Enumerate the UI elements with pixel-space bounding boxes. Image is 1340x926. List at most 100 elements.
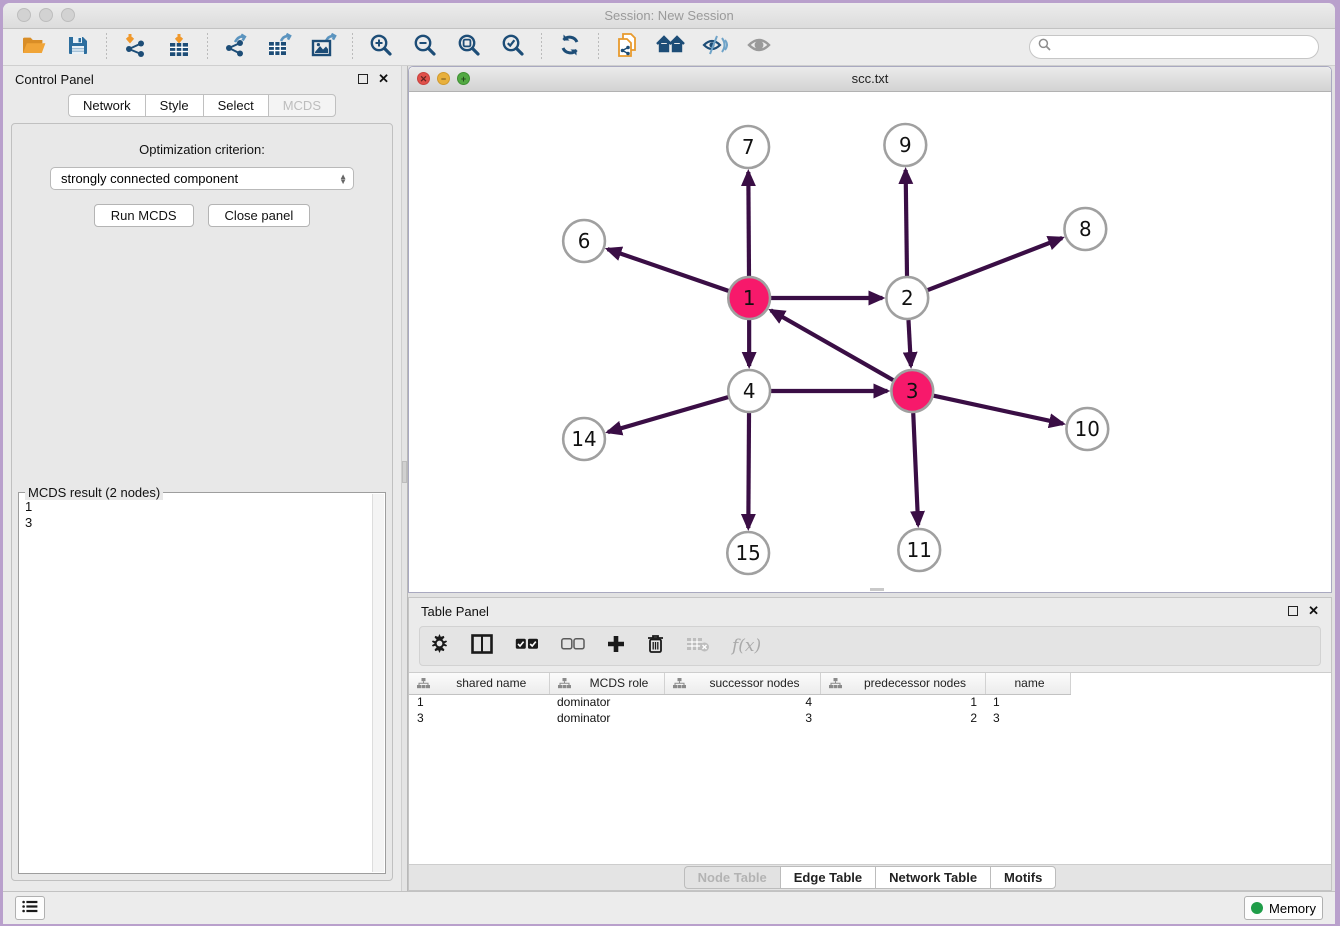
- svg-text:11: 11: [907, 538, 932, 562]
- graph-edge-4-15[interactable]: [748, 413, 749, 528]
- mcds-result-text[interactable]: 1 3: [25, 499, 371, 871]
- graph-edge-2-3[interactable]: [908, 320, 910, 366]
- optimization-criterion-select[interactable]: strongly connected component ▲▼: [50, 167, 354, 190]
- column-header-predecessor-nodes[interactable]: predecessor nodes: [820, 673, 985, 694]
- graph-node-7[interactable]: 7: [727, 126, 769, 168]
- tab-mcds[interactable]: MCDS: [268, 94, 336, 117]
- zoom-fit-button[interactable]: [448, 31, 490, 63]
- graph-node-2[interactable]: 2: [886, 277, 928, 319]
- table-cell[interactable]: 3: [409, 710, 549, 726]
- graph-edge-3-11[interactable]: [913, 413, 918, 525]
- import-network-button[interactable]: [114, 31, 156, 63]
- network-resize-grip[interactable]: [870, 588, 884, 591]
- table-tabs-row: Node Table Edge Table Network Table Moti…: [409, 864, 1331, 890]
- tab-network[interactable]: Network: [68, 94, 145, 117]
- export-image-icon: [311, 33, 337, 62]
- zoom-in-button[interactable]: [360, 31, 402, 63]
- close-network-button[interactable]: ✕: [417, 72, 430, 85]
- tab-node-table[interactable]: Node Table: [684, 866, 780, 889]
- zoom-window-button[interactable]: [61, 8, 75, 22]
- table-cell[interactable]: 3: [985, 710, 1070, 726]
- add-button[interactable]: [607, 635, 625, 658]
- table-cell[interactable]: dominator: [549, 694, 664, 710]
- column-header-successor-nodes[interactable]: successor nodes: [664, 673, 820, 694]
- graph-edge-2-9[interactable]: [906, 170, 907, 276]
- splitter-grip[interactable]: [402, 461, 407, 483]
- graph-node-6[interactable]: 6: [563, 220, 605, 262]
- table-cell[interactable]: 1: [409, 694, 549, 710]
- task-history-button[interactable]: [15, 896, 45, 920]
- graph-edge-3-1[interactable]: [771, 310, 893, 380]
- column-header-MCDS-role[interactable]: MCDS role: [549, 673, 664, 694]
- float-panel-icon[interactable]: [358, 74, 368, 84]
- import-table-button[interactable]: [158, 31, 200, 63]
- export-network-button[interactable]: [215, 31, 257, 63]
- graph-node-11[interactable]: 11: [898, 529, 940, 571]
- graph-edge-4-14[interactable]: [608, 397, 728, 432]
- tab-network-table[interactable]: Network Table: [875, 866, 990, 889]
- tab-motifs[interactable]: Motifs: [990, 866, 1056, 889]
- export-image-button[interactable]: [303, 31, 345, 63]
- result-scrollbar[interactable]: [372, 494, 384, 872]
- minimize-network-button[interactable]: −: [437, 72, 450, 85]
- network-from-selection-button[interactable]: [606, 31, 648, 63]
- table-cell[interactable]: 1: [985, 694, 1070, 710]
- table-cell[interactable]: 1: [820, 694, 985, 710]
- hide-selected-button[interactable]: [694, 31, 736, 63]
- open-session-button[interactable]: [13, 31, 55, 63]
- zoom-out-button[interactable]: [404, 31, 446, 63]
- svg-text:3: 3: [906, 379, 919, 403]
- close-window-button[interactable]: [17, 8, 31, 22]
- zoom-selected-button[interactable]: [492, 31, 534, 63]
- refresh-icon: [558, 33, 582, 62]
- table-cell[interactable]: 3: [664, 710, 820, 726]
- show-columns-button[interactable]: [471, 634, 493, 659]
- refresh-button[interactable]: [549, 31, 591, 63]
- home-button[interactable]: [650, 31, 692, 63]
- show-all-button[interactable]: [738, 31, 780, 63]
- tab-style[interactable]: Style: [145, 94, 203, 117]
- close-table-panel-icon[interactable]: ✕: [1308, 603, 1319, 619]
- maximize-network-button[interactable]: +: [457, 72, 470, 85]
- graph-node-9[interactable]: 9: [884, 124, 926, 166]
- save-session-button[interactable]: [57, 31, 99, 63]
- search-field[interactable]: [1029, 35, 1319, 59]
- close-panel-button[interactable]: Close panel: [208, 204, 311, 227]
- table-cell[interactable]: dominator: [549, 710, 664, 726]
- tab-select[interactable]: Select: [203, 94, 268, 117]
- graph-node-10[interactable]: 10: [1066, 408, 1108, 450]
- graph-node-15[interactable]: 15: [727, 532, 769, 574]
- table-options-button[interactable]: [430, 634, 449, 658]
- column-header-name[interactable]: name: [985, 673, 1070, 694]
- delete-button[interactable]: [647, 634, 664, 658]
- export-table-button[interactable]: [259, 31, 301, 63]
- graph-node-4[interactable]: 4: [728, 370, 770, 412]
- graph-edge-2-8[interactable]: [928, 238, 1062, 290]
- panel-splitter[interactable]: [401, 66, 408, 891]
- graph-node-3[interactable]: 3: [891, 370, 933, 412]
- node-table[interactable]: shared nameMCDS rolesuccessor nodesprede…: [409, 672, 1331, 864]
- graph-edge-1-6[interactable]: [608, 249, 729, 291]
- run-mcds-button[interactable]: Run MCDS: [94, 204, 194, 227]
- graph-node-14[interactable]: 14: [563, 418, 605, 460]
- table-row[interactable]: 1dominator411: [409, 694, 1070, 710]
- tab-edge-table[interactable]: Edge Table: [780, 866, 875, 889]
- search-input[interactable]: [1056, 40, 1310, 54]
- status-bar: Memory: [3, 891, 1335, 924]
- float-table-panel-icon[interactable]: [1288, 606, 1298, 616]
- memory-button[interactable]: Memory: [1244, 896, 1323, 920]
- network-canvas[interactable]: 7 9 6 8 1 2 4 3 14 10 15 11: [409, 92, 1331, 592]
- graph-node-8[interactable]: 8: [1064, 208, 1106, 250]
- window-controls: [17, 8, 75, 22]
- graph-edge-3-10[interactable]: [934, 396, 1063, 424]
- minimize-window-button[interactable]: [39, 8, 53, 22]
- deselect-all-button[interactable]: [561, 637, 585, 655]
- close-panel-icon[interactable]: ✕: [378, 71, 389, 87]
- graph-edge-1-7[interactable]: [748, 172, 749, 276]
- table-cell[interactable]: 2: [820, 710, 985, 726]
- select-all-button[interactable]: [515, 637, 539, 655]
- table-cell[interactable]: 4: [664, 694, 820, 710]
- column-header-shared-name[interactable]: shared name: [409, 673, 549, 694]
- graph-node-1[interactable]: 1: [728, 277, 770, 319]
- table-row[interactable]: 3dominator323: [409, 710, 1070, 726]
